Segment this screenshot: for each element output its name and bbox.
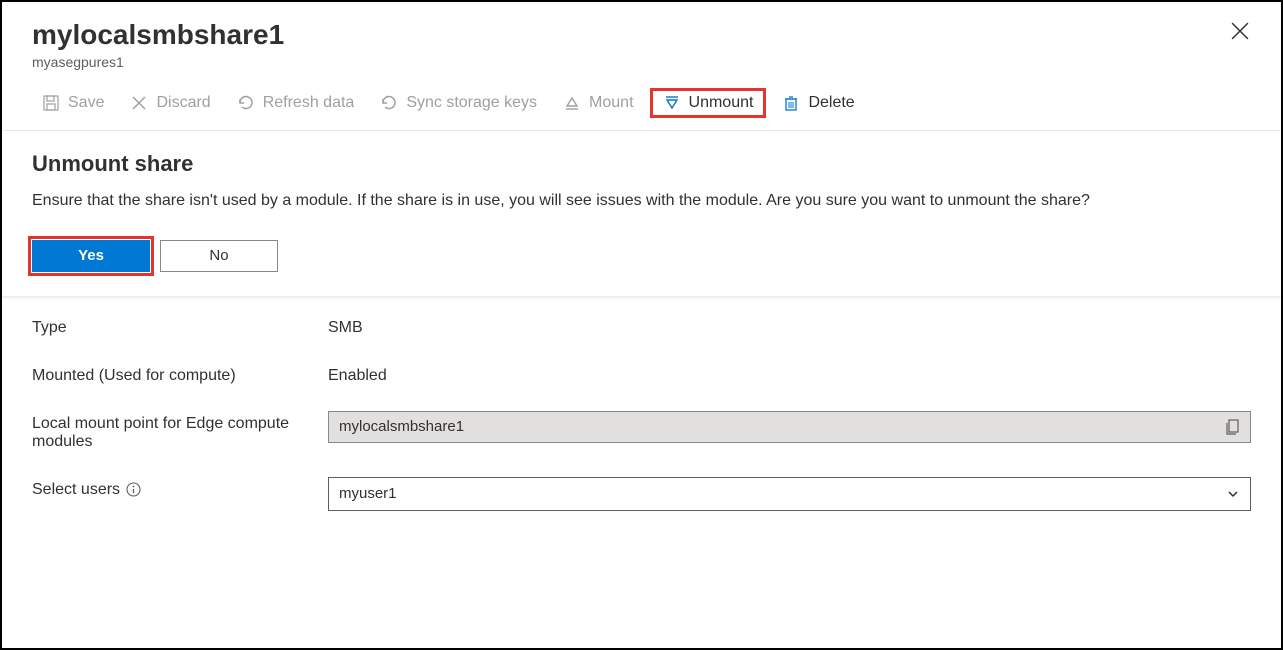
save-button[interactable]: Save [32,88,114,118]
sync-label: Sync storage keys [406,94,537,112]
mounted-row: Mounted (Used for compute) Enabled [32,363,1251,385]
copy-icon[interactable] [1226,419,1240,435]
mountpoint-label: Local mount point for Edge compute modul… [32,411,328,451]
refresh-button[interactable]: Refresh data [227,88,365,118]
sync-icon [380,94,398,112]
type-label: Type [32,315,328,337]
users-select[interactable]: myuser1 [328,477,1251,511]
users-label: Select users [32,477,328,499]
close-icon [1231,22,1249,40]
users-label-text: Select users [32,481,120,499]
mount-button[interactable]: Mount [553,88,643,118]
users-row: Select users myuser1 [32,477,1251,511]
discard-label: Discard [156,94,210,112]
save-icon [42,94,60,112]
dialog-text: Ensure that the share isn't used by a mo… [32,189,1212,212]
unmount-icon [663,94,681,112]
dialog-buttons: Yes No [32,240,1251,272]
mount-icon [563,94,581,112]
details-section: Type SMB Mounted (Used for compute) Enab… [2,297,1281,529]
discard-icon [130,94,148,112]
page-subtitle: myasegpures1 [32,54,1251,70]
mountpoint-row: Local mount point for Edge compute modul… [32,411,1251,451]
refresh-label: Refresh data [263,94,355,112]
panel-header: mylocalsmbshare1 myasegpures1 [2,2,1281,78]
mounted-label: Mounted (Used for compute) [32,363,328,385]
users-value: myuser1 [339,485,397,502]
mount-label: Mount [589,94,633,112]
toolbar: Save Discard Refresh data Sync storage k… [2,78,1281,131]
save-label: Save [68,94,104,112]
unmount-button[interactable]: Unmount [650,88,767,118]
mountpoint-value: mylocalsmbshare1 [339,418,464,435]
delete-icon [782,94,800,112]
refresh-icon [237,94,255,112]
chevron-down-icon [1226,487,1240,501]
delete-button[interactable]: Delete [772,88,864,118]
type-row: Type SMB [32,315,1251,337]
discard-button[interactable]: Discard [120,88,220,118]
type-value: SMB [328,315,363,337]
yes-label: Yes [78,247,104,264]
page-title: mylocalsmbshare1 [32,18,1251,52]
no-label: No [209,247,228,264]
no-button[interactable]: No [160,240,278,272]
info-icon[interactable] [126,482,141,497]
dialog-title: Unmount share [32,151,1251,177]
unmount-label: Unmount [689,94,754,112]
close-button[interactable] [1231,22,1251,42]
mounted-value: Enabled [328,363,387,385]
delete-label: Delete [808,94,854,112]
mountpoint-field: mylocalsmbshare1 [328,411,1251,443]
yes-button[interactable]: Yes [32,240,150,272]
sync-button[interactable]: Sync storage keys [370,88,547,118]
unmount-dialog: Unmount share Ensure that the share isn'… [2,131,1281,297]
